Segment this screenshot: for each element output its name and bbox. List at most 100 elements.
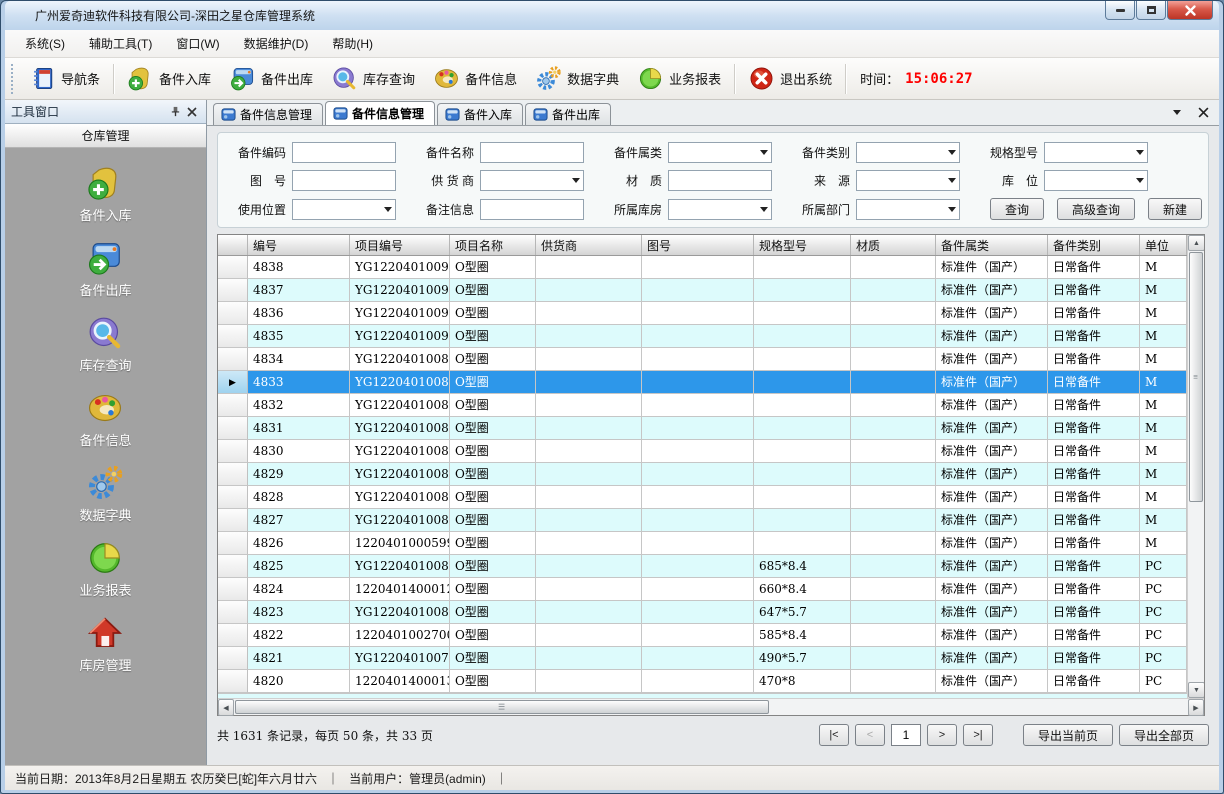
table-row[interactable]: 48201220401400013O型圈470*8标准件（国产）日常备件PC <box>218 670 1187 693</box>
table-row[interactable]: 4829YG12204010084O型圈标准件（国产）日常备件M <box>218 463 1187 486</box>
table-row[interactable]: 4837YG12204010092O型圈标准件（国产）日常备件M <box>218 279 1187 302</box>
tab-menu-arrow-icon[interactable] <box>1169 104 1185 120</box>
field-combobox[interactable] <box>668 142 772 163</box>
row-selector-cell[interactable] <box>218 394 248 417</box>
export-all-pages-button[interactable]: 导出全部页 <box>1119 724 1209 746</box>
table-row[interactable]: 4828YG12204010083O型圈标准件（国产）日常备件M <box>218 486 1187 509</box>
tab-备件出库[interactable]: 备件出库 <box>525 103 611 125</box>
button-查询[interactable]: 查询 <box>990 198 1044 220</box>
field-input[interactable] <box>292 142 396 163</box>
vertical-scrollbar[interactable]: ▲ ≡ ▼ <box>1187 235 1204 698</box>
scroll-up-icon[interactable]: ▲ <box>1188 235 1204 251</box>
export-current-page-button[interactable]: 导出当前页 <box>1023 724 1113 746</box>
field-combobox[interactable] <box>856 170 960 191</box>
field-input[interactable] <box>480 142 584 163</box>
toolbar-button-exit-system[interactable]: 退出系统 <box>739 61 841 97</box>
column-header[interactable]: 备件类别 <box>1048 235 1140 255</box>
table-row[interactable]: 4836YG12204010091O型圈标准件（国产）日常备件M <box>218 302 1187 325</box>
toolbar-button-stock-search[interactable]: 库存查询 <box>322 61 424 97</box>
row-pointer-icon[interactable]: ▶ <box>218 371 248 394</box>
menu-item[interactable]: 系统(S) <box>13 30 77 57</box>
column-header[interactable]: 单位 <box>1140 235 1187 255</box>
row-selector-cell[interactable] <box>218 325 248 348</box>
hscroll-thumb[interactable]: ☰ <box>235 700 769 714</box>
table-row[interactable]: 4827YG12204010082O型圈标准件（国产）日常备件M <box>218 509 1187 532</box>
sidebar-item-data-dict[interactable]: 数据字典 <box>45 464 165 524</box>
field-input[interactable] <box>480 199 584 220</box>
vscroll-thumb[interactable]: ≡ <box>1189 252 1203 502</box>
row-selector-cell[interactable] <box>218 624 248 647</box>
field-combobox[interactable] <box>292 199 396 220</box>
table-row[interactable]: 48261220401000599O型圈标准件（国产）日常备件M <box>218 532 1187 555</box>
first-page-button[interactable]: |< <box>819 724 849 746</box>
scroll-left-icon[interactable]: ◀ <box>218 699 234 716</box>
page-number-input[interactable] <box>891 724 921 746</box>
row-selector-cell[interactable] <box>218 256 248 279</box>
row-selector-cell[interactable] <box>218 463 248 486</box>
button-新建[interactable]: 新建 <box>1148 198 1202 220</box>
column-header[interactable]: 供货商 <box>536 235 642 255</box>
row-selector-cell[interactable] <box>218 486 248 509</box>
column-header[interactable]: 规格型号 <box>754 235 851 255</box>
table-row[interactable]: 4823YG12204010080O型圈647*5.7标准件（国产）日常备件PC <box>218 601 1187 624</box>
table-row[interactable]: 48221220401002700O型圈585*8.4标准件（国产）日常备件PC <box>218 624 1187 647</box>
field-combobox[interactable] <box>1044 142 1148 163</box>
tab-备件入库[interactable]: 备件入库 <box>437 103 523 125</box>
tab-备件信息管理[interactable]: 备件信息管理 <box>325 101 435 125</box>
field-combobox[interactable] <box>1044 170 1148 191</box>
sidebar-item-part-in[interactable]: 备件入库 <box>45 164 165 224</box>
sidebar-section-header[interactable]: 仓库管理 <box>5 124 206 148</box>
sidebar-item-part-info[interactable]: 备件信息 <box>45 389 165 449</box>
maximize-button[interactable] <box>1136 1 1166 20</box>
table-row[interactable]: 4825YG12204010081O型圈685*8.4标准件（国产）日常备件PC <box>218 555 1187 578</box>
column-header[interactable]: 项目名称 <box>450 235 536 255</box>
menu-item[interactable]: 数据维护(D) <box>232 30 321 57</box>
scroll-right-icon[interactable]: ▶ <box>1188 699 1204 716</box>
toolbar-button-nav-book[interactable]: 导航条 <box>20 61 109 97</box>
next-page-button[interactable]: > <box>927 724 957 746</box>
row-selector-cell[interactable] <box>218 555 248 578</box>
field-combobox[interactable] <box>668 199 772 220</box>
field-input[interactable] <box>292 170 396 191</box>
toolbar-button-part-out[interactable]: 备件出库 <box>220 61 322 97</box>
table-row[interactable]: 4834YG12204010089O型圈标准件（国产）日常备件M <box>218 348 1187 371</box>
table-row[interactable]: 48241220401400012O型圈660*8.4标准件（国产）日常备件PC <box>218 578 1187 601</box>
sidebar-item-part-out[interactable]: 备件出库 <box>45 239 165 299</box>
minimize-button[interactable] <box>1105 1 1135 20</box>
sidebar-item-warehouse-house[interactable]: 库房管理 <box>45 614 165 674</box>
prev-page-button[interactable]: < <box>855 724 885 746</box>
row-selector-cell[interactable] <box>218 279 248 302</box>
tab-close-icon[interactable] <box>1195 104 1211 120</box>
row-selector-cell[interactable] <box>218 509 248 532</box>
column-header[interactable]: 编号 <box>248 235 350 255</box>
table-row[interactable]: 4838YG12204010093O型圈标准件（国产）日常备件M <box>218 256 1187 279</box>
row-selector-cell[interactable] <box>218 348 248 371</box>
menu-item[interactable]: 帮助(H) <box>320 30 385 57</box>
field-combobox[interactable] <box>856 199 960 220</box>
row-selector-cell[interactable] <box>218 578 248 601</box>
row-selector-cell[interactable] <box>218 417 248 440</box>
row-selector-cell[interactable] <box>218 532 248 555</box>
table-row[interactable]: 4832YG12204010087O型圈标准件（国产）日常备件M <box>218 394 1187 417</box>
scroll-down-icon[interactable]: ▼ <box>1188 682 1204 698</box>
row-selector-cell[interactable] <box>218 647 248 670</box>
toolbar-button-part-info[interactable]: 备件信息 <box>424 61 526 97</box>
field-input[interactable] <box>668 170 772 191</box>
column-header[interactable]: 图号 <box>642 235 754 255</box>
menu-item[interactable]: 窗口(W) <box>164 30 231 57</box>
menu-item[interactable]: 辅助工具(T) <box>77 30 164 57</box>
sidebar-item-stock-search[interactable]: 库存查询 <box>45 314 165 374</box>
row-selector-cell[interactable] <box>218 601 248 624</box>
pin-icon[interactable] <box>168 104 184 120</box>
table-row[interactable]: 4821YG12204010079O型圈490*5.7标准件（国产）日常备件PC <box>218 647 1187 670</box>
field-combobox[interactable] <box>856 142 960 163</box>
table-row[interactable]: 4830YG12204010085O型圈标准件（国产）日常备件M <box>218 440 1187 463</box>
button-高级查询[interactable]: 高级查询 <box>1057 198 1135 220</box>
toolbar-button-biz-report[interactable]: 业务报表 <box>628 61 730 97</box>
panel-close-icon[interactable] <box>184 104 200 120</box>
row-selector-cell[interactable] <box>218 440 248 463</box>
sidebar-item-biz-report[interactable]: 业务报表 <box>45 539 165 599</box>
column-header[interactable]: 备件属类 <box>936 235 1048 255</box>
horizontal-scrollbar[interactable]: ◀ ☰ ▶ <box>218 698 1204 715</box>
close-button[interactable] <box>1167 1 1213 20</box>
